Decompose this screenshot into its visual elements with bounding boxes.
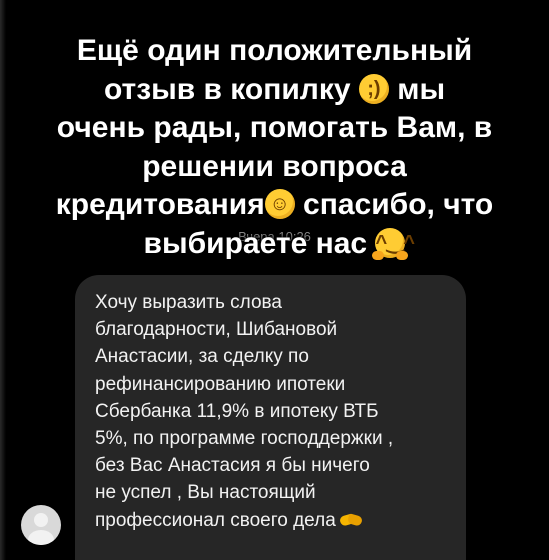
message-line: 5%, по программе господдержки , <box>95 428 394 450</box>
avatar-head-shape <box>34 513 48 527</box>
handshake-icon <box>338 512 363 527</box>
message-line: без Вас Анастасия я бы ничего <box>95 455 370 477</box>
caption-line: решении вопроса <box>142 149 407 183</box>
message-line: Сбербанка 11,9% в ипотеку ВТБ <box>95 400 379 422</box>
caption-line: кредитования ☺ спасибо, что <box>55 188 494 221</box>
message-text: Хочу выразить слова благодарности, Шибан… <box>95 289 455 534</box>
smiling-face-icon: ☺ <box>264 189 295 219</box>
message-line: не успел , Вы настоящий <box>95 482 316 504</box>
message-line: профессионал своего дела <box>95 507 455 534</box>
message-line: Анастасии, за сделку по <box>95 346 309 368</box>
winking-face-icon: ;) <box>358 73 389 104</box>
message-bubble[interactable]: Хочу выразить слова благодарности, Шибан… <box>75 275 466 560</box>
caption-line: отзыв в копилку ;) мы <box>103 72 446 106</box>
hugging-face-icon: ^‿^ <box>372 227 415 260</box>
caption-line: Ещё один положительный <box>76 34 473 67</box>
message-line: рефинансированию ипотеки <box>95 373 346 395</box>
caption-line: выбираете нас ^‿^ <box>143 226 415 260</box>
sender-avatar[interactable] <box>21 505 61 545</box>
caption-line: очень рады, помогать Вам, в <box>56 111 493 144</box>
message-line: Хочу выразить слова <box>95 292 282 313</box>
message-line: благодарности, Шибановой <box>95 319 338 341</box>
story-caption: Ещё один положительный отзыв в копилку ;… <box>0 32 549 263</box>
avatar-shoulders-shape <box>28 530 54 545</box>
